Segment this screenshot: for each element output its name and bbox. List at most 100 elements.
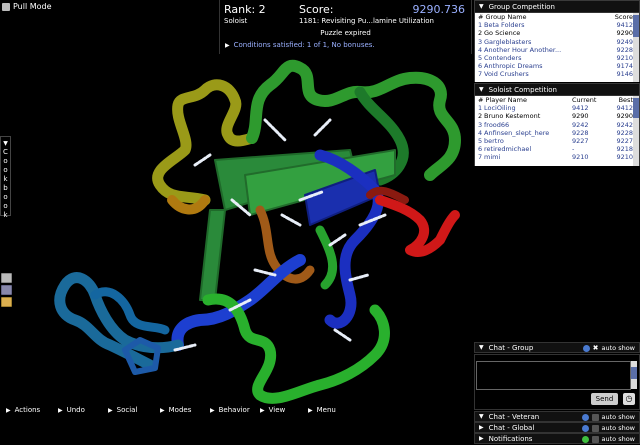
group-competition-header[interactable]: ▼ Group Competition [475, 1, 639, 13]
group-row-label: Gargleblasters [484, 37, 532, 46]
soloist-row-current: 9227 [572, 136, 589, 145]
info-icon[interactable] [581, 413, 589, 421]
group-table-row[interactable]: 7 Void Crushers 9146 [475, 70, 635, 78]
collapse-triangle-icon: ▼ [479, 413, 484, 420]
group-row-name: 5 [478, 53, 483, 62]
soloist-table-row[interactable]: 5 bertro 9227 9227 [475, 137, 635, 145]
cookbook-triangle-icon: ▼ [3, 140, 8, 147]
cookbook-letter: b [3, 184, 8, 192]
group-table[interactable]: # Group Name Score 1 Beta Folders 9412 2 Go … [475, 13, 635, 82]
group-table-row[interactable]: 1 Beta Folders 9412 [475, 21, 635, 29]
menu-behavior[interactable]: ▶ Behavior [210, 406, 250, 414]
group-table-row[interactable]: 2 Go Science 9290 [475, 29, 635, 37]
menu-label: View [268, 406, 286, 414]
expand-triangle-icon: ▶ [225, 42, 230, 49]
soloist-scrollbar[interactable] [633, 96, 639, 166]
soloist-table-row[interactable]: 2 Bruno Kestemont 9290 9290 [475, 112, 635, 120]
clock-icon[interactable]: ◷ [623, 393, 635, 405]
group-table-row[interactable]: 6 Anthropic Dreams 9174 [475, 62, 635, 70]
info-icon[interactable] [581, 424, 589, 432]
score-panel: Rank: 2 Score: 9290.736 Soloist 1181: Re… [219, 0, 472, 54]
group-table-row[interactable]: 5 Contenders 9210 [475, 54, 635, 62]
checkbox-icon[interactable] [591, 424, 599, 432]
group-row-name: 4 [478, 45, 483, 54]
backbone-lime-loop [202, 293, 390, 404]
auto-show-label[interactable]: auto show [602, 435, 636, 443]
cookbook-tab[interactable]: ▼ Cookbook [0, 136, 11, 219]
chat-scrollbar[interactable] [631, 361, 637, 389]
menu-label: Social [116, 406, 138, 414]
soloist-row-current: 9290 [572, 112, 589, 121]
group-row-label: Anthropic Dreams [484, 62, 543, 71]
chat-scroll-thumb[interactable] [631, 367, 637, 379]
folder-icon[interactable] [1, 285, 12, 295]
chat-group-header[interactable]: ▼ Chat - Group ✖ auto show [474, 342, 640, 353]
menu-undo[interactable]: ▶ Undo [58, 406, 85, 414]
chat-input-box[interactable] [476, 361, 631, 390]
send-button[interactable]: Send [591, 393, 618, 405]
chat-global-title: Chat - Global [488, 423, 535, 432]
notifications-header[interactable]: ▶ Notifications auto show [474, 433, 640, 444]
menu-modes[interactable]: ▶ Modes [160, 406, 191, 414]
menu-actions[interactable]: ▶ Actions [6, 406, 40, 414]
soloist-row-rank: 5 [478, 136, 483, 145]
chat-veteran-header[interactable]: ▼ Chat - Veteran auto show [474, 411, 640, 422]
soloist-table-row[interactable]: 1 LociOiling 9412 9412 [475, 104, 635, 112]
auto-show-label[interactable]: auto show [602, 344, 636, 352]
group-row-score: 9290 [616, 29, 633, 38]
hbond-9 [348, 273, 370, 282]
group-row-name: 6 [478, 62, 483, 71]
auto-show-label[interactable]: auto show [602, 413, 636, 421]
soloist-table-row[interactable]: 7 mimi 9210 9210 [475, 153, 635, 161]
puzzle-title: 1181: Revisiting Pu...lamine Utilization [299, 17, 434, 25]
sheet-green-3 [199, 209, 226, 301]
menu-label: Undo [66, 406, 85, 414]
soloist-row-name: Anfinsen_slept_here [484, 128, 550, 137]
group-table-header: # Group Name Score [475, 13, 635, 21]
soloist-table[interactable]: # Player Name Current Best 1 LociOiling 94… [475, 96, 635, 166]
soloist-row-current: - [572, 145, 575, 154]
conditions-text: Conditions satisfied: 1 of 1, No bonuses… [233, 41, 375, 49]
menu-view[interactable]: ▶ View [260, 406, 285, 414]
menu-menu[interactable]: ▶ Menu [308, 406, 336, 414]
notifications-title: Notifications [488, 434, 533, 443]
soloist-row-best: 9242 [616, 120, 633, 129]
soloist-row-current: 9228 [572, 128, 589, 137]
group-table-row[interactable]: 4 Another Hour Another... 9228 [475, 46, 635, 54]
soloist-row-current: 9210 [572, 153, 589, 162]
chat-global-header[interactable]: ▶ Chat - Global auto show [474, 422, 640, 433]
auto-show-label[interactable]: auto show [602, 424, 636, 432]
group-scroll-thumb[interactable] [633, 15, 639, 37]
menu-triangle-icon: ▶ [260, 406, 265, 414]
checkbox-icon[interactable] [591, 413, 599, 421]
soloist-row-current: 9242 [572, 120, 589, 129]
cookbook-label: Cookbook [1, 148, 10, 220]
group-row-name: 7 [478, 70, 483, 79]
group-table-row[interactable]: 3 Gargleblasters 9249 [475, 38, 635, 46]
menu-triangle-icon: ▶ [58, 406, 63, 414]
status-dot-icon[interactable] [581, 435, 589, 443]
info-icon[interactable] [582, 344, 590, 352]
menu-label: Actions [14, 406, 41, 414]
menu-label: Behavior [218, 406, 250, 414]
soloist-table-row[interactable]: 4 Anfinsen_slept_here 9228 9228 [475, 129, 635, 137]
backbone-blue-lower [171, 254, 306, 351]
group-header-score: Score [614, 13, 633, 21]
conditions-toggle[interactable]: ▶ Conditions satisfied: 1 of 1, No bonuse… [225, 41, 375, 49]
soloist-table-row[interactable]: 3 frood66 9242 9242 [475, 121, 635, 129]
soloist-row-name: LociOiling [484, 104, 516, 113]
menu-triangle-icon: ▶ [160, 406, 165, 414]
checkbox-icon[interactable] [591, 435, 599, 443]
group-row-score: 9249 [616, 37, 633, 46]
settings-icon[interactable]: ✖ [593, 344, 599, 352]
group-competition-title: Group Competition [488, 2, 555, 11]
soloist-table-row[interactable]: 6 retiredmichael - 9218 [475, 145, 635, 153]
soloist-scroll-thumb[interactable] [633, 98, 639, 118]
pull-mode-indicator[interactable]: Pull Mode [2, 2, 52, 11]
group-scrollbar[interactable] [633, 13, 639, 82]
script-icon[interactable] [1, 297, 12, 307]
menu-social[interactable]: ▶ Social [108, 406, 137, 414]
recipe-icon[interactable] [1, 273, 12, 283]
soloist-row-best: 9228 [616, 128, 633, 137]
soloist-competition-header[interactable]: ▼ Soloist Competition [475, 84, 639, 96]
